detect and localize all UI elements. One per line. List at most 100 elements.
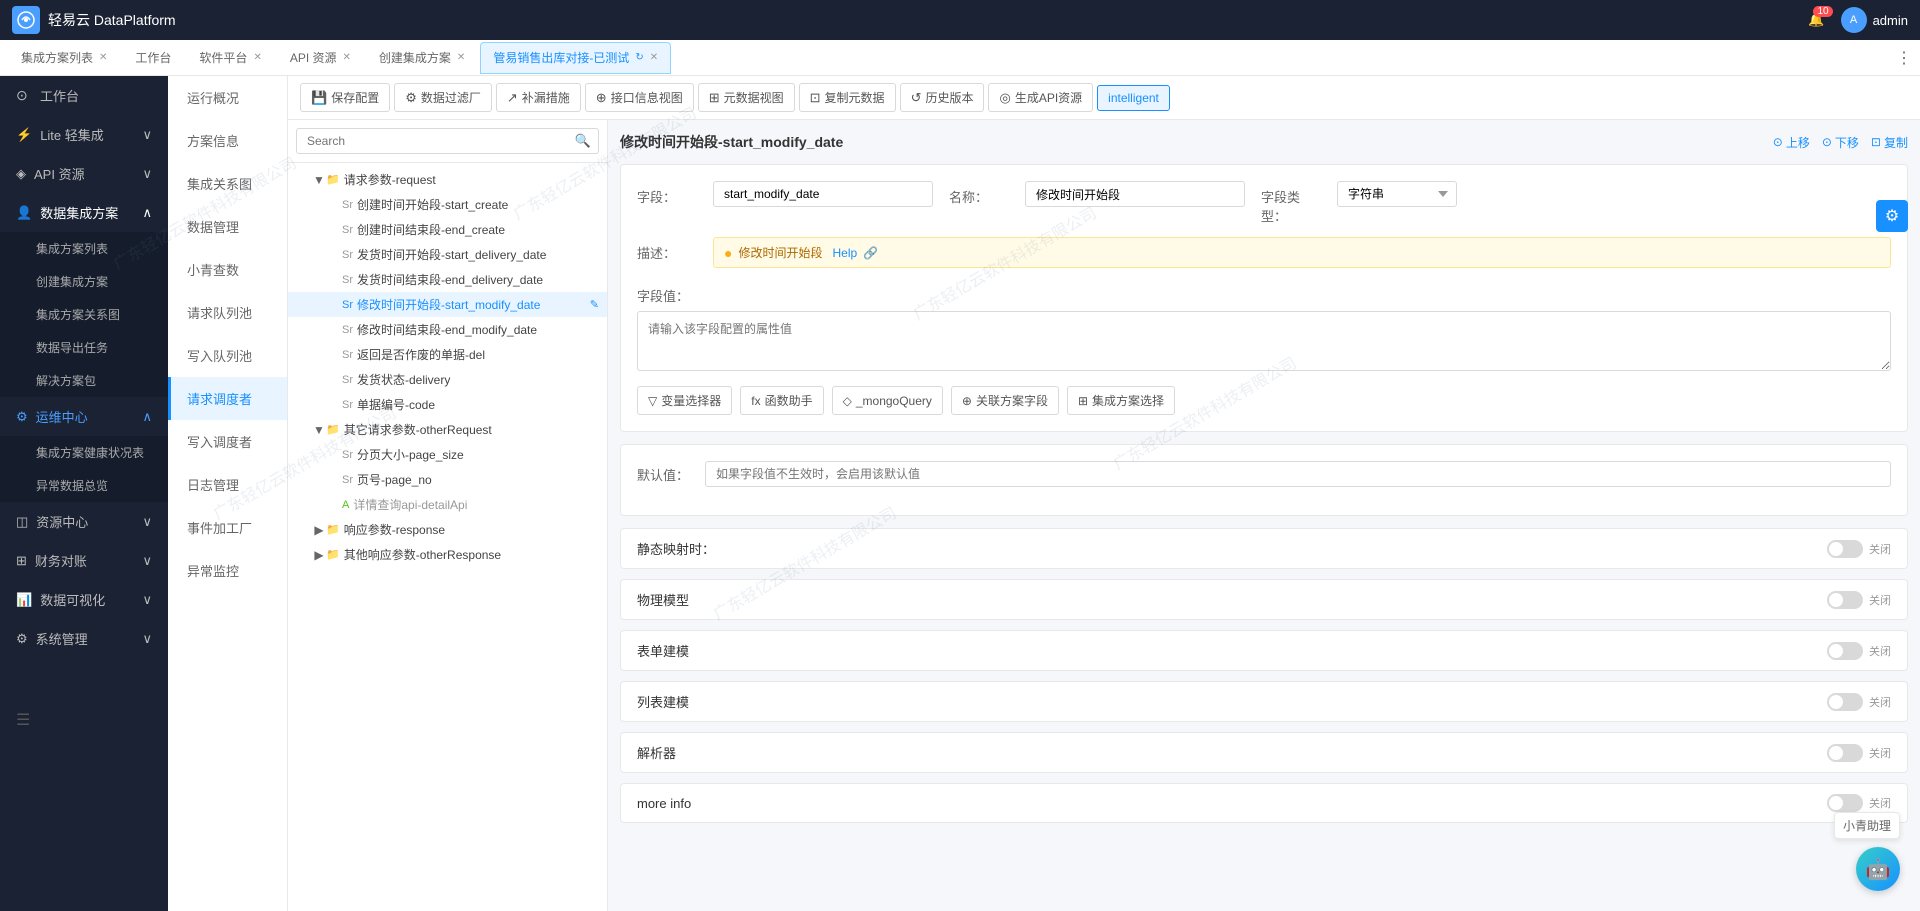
tab-workbench[interactable]: 工作台 <box>122 42 184 74</box>
intelligent-button[interactable]: intelligent <box>1097 85 1170 111</box>
tab-software[interactable]: 软件平台 ✕ <box>186 42 274 74</box>
tab-software-close[interactable]: ✕ <box>253 52 261 63</box>
sidebar-section-resources[interactable]: ◫ 资源中心 ∨ <box>0 502 168 541</box>
tab-list[interactable]: 集成方案列表 ✕ <box>8 42 120 74</box>
form-build-toggle[interactable] <box>1827 642 1863 660</box>
search-input[interactable] <box>296 128 599 154</box>
nav-overview[interactable]: 运行概况 <box>168 76 287 119</box>
data-filter-button[interactable]: ⚙ 数据过滤厂 <box>394 83 492 112</box>
nav-solution-info[interactable]: 方案信息 <box>168 119 287 162</box>
tree-toggle-other-response[interactable]: ▶ <box>312 548 326 562</box>
tree-node-page-size[interactable]: Sr 分页大小-page_size <box>288 442 607 467</box>
physical-model-toggle[interactable] <box>1827 591 1863 609</box>
sidebar-item-data-export[interactable]: 数据导出任务 <box>0 331 168 364</box>
notification-button[interactable]: 🔔 10 <box>1808 12 1824 28</box>
nav-anomaly-monitor[interactable]: 异常监控 <box>168 549 287 592</box>
generate-api-button[interactable]: ◎ 生成API资源 <box>988 83 1093 112</box>
tab-manage[interactable]: 管易销售出库对接-已测试 ↻ ✕ <box>480 42 671 74</box>
move-down-button[interactable]: ⊙ 下移 <box>1822 134 1859 151</box>
tree-toggle-response[interactable]: ▶ <box>312 523 326 537</box>
sidebar-section-sysadmin[interactable]: ⚙ 系统管理 ∨ <box>0 619 168 658</box>
tab-list-close[interactable]: ✕ <box>99 52 107 63</box>
sidebar-item-solution-list[interactable]: 集成方案列表 <box>0 232 168 265</box>
sidebar-item-solution-package[interactable]: 解决方案包 <box>0 364 168 397</box>
tree-node-code[interactable]: Sr 单据编号-code <box>288 392 607 417</box>
tree-toggle-request[interactable]: ▼ <box>312 173 326 187</box>
sidebar-item-create-solution[interactable]: 创建集成方案 <box>0 265 168 298</box>
nav-event-factory[interactable]: 事件加工厂 <box>168 506 287 549</box>
name-input[interactable] <box>1025 181 1245 207</box>
tree-node-end-create[interactable]: Sr 创建时间结束段-end_create <box>288 217 607 242</box>
sidebar-item-solution-map[interactable]: 集成方案关系图 <box>0 298 168 331</box>
nav-request-scheduler[interactable]: 请求调度者 <box>168 377 287 420</box>
nav-integration-map[interactable]: 集成关系图 <box>168 162 287 205</box>
ai-button[interactable]: 🤖 <box>1856 847 1900 891</box>
nav-write-scheduler[interactable]: 写入调度者 <box>168 420 287 463</box>
sidebar-section-ops[interactable]: ⚙ 运维中心 ∧ <box>0 397 168 436</box>
sidebar-item-anomaly[interactable]: 异常数据总览 <box>0 469 168 502</box>
admin-menu[interactable]: A admin <box>1841 7 1908 33</box>
tree-node-other-request[interactable]: ▼ 📁 其它请求参数-otherRequest <box>288 417 607 442</box>
tree-node-end-modify[interactable]: Sr 修改时间结束段-end_modify_date <box>288 317 607 342</box>
more-info-toggle[interactable] <box>1827 794 1863 812</box>
sidebar-section-datavis[interactable]: 📊 数据可视化 ∨ <box>0 580 168 619</box>
tree-node-response[interactable]: ▶ 📁 响应参数-response <box>288 517 607 542</box>
bulow-button[interactable]: ↗ 补漏措施 <box>496 83 581 112</box>
nav-data-mgmt[interactable]: 数据管理 <box>168 205 287 248</box>
parser-toggle[interactable] <box>1827 744 1863 762</box>
history-button[interactable]: ↺ 历史版本 <box>900 83 985 112</box>
interface-info-button[interactable]: ⊕ 接口信息视图 <box>585 83 694 112</box>
copy-button[interactable]: ⊡ 复制 <box>1871 134 1908 151</box>
tree-node-start-create[interactable]: Sr 创建时间开始段-start_create <box>288 192 607 217</box>
mongo-query-button[interactable]: ◇ _mongoQuery <box>832 386 943 415</box>
tree-node-start-modify[interactable]: Sr 修改时间开始段-start_modify_date ✎ <box>288 292 607 317</box>
sidebar-collapse-btn[interactable]: ☰ <box>0 698 168 742</box>
settings-button[interactable]: ⚙ <box>1876 200 1908 232</box>
field-value-input[interactable] <box>637 311 1891 371</box>
static-mapping-toggle[interactable] <box>1827 540 1863 558</box>
tree-node-start-delivery[interactable]: Sr 发货时间开始段-start_delivery_date <box>288 242 607 267</box>
default-input[interactable] <box>705 461 1891 487</box>
tab-create-close[interactable]: ✕ <box>457 52 465 63</box>
sidebar-item-health[interactable]: 集成方案健康状况表 <box>0 436 168 469</box>
save-config-button[interactable]: 💾 保存配置 <box>300 83 390 112</box>
related-field-button[interactable]: ⊕ 关联方案字段 <box>951 386 1059 415</box>
tab-manage-refresh[interactable]: ↻ <box>635 52 643 63</box>
data-icon: 👤 <box>16 205 32 221</box>
tree-node-page-no[interactable]: Sr 页号-page_no <box>288 467 607 492</box>
tree-node-other-response[interactable]: ▶ 📁 其他响应参数-otherResponse <box>288 542 607 567</box>
tree-node-del[interactable]: Sr 返回是否作废的单据-del <box>288 342 607 367</box>
tabbar-more[interactable]: ⋮ <box>1896 48 1912 68</box>
tab-api[interactable]: API 资源 ✕ <box>277 42 364 74</box>
tree-node-response-label: 响应参数-response <box>344 521 599 538</box>
list-build-toggle[interactable] <box>1827 693 1863 711</box>
history-label: 历史版本 <box>925 89 973 106</box>
solution-select-button[interactable]: ⊞ 集成方案选择 <box>1067 386 1175 415</box>
help-link-icon[interactable]: 🔗 <box>863 246 878 260</box>
help-link[interactable]: Help <box>832 246 857 260</box>
meta-data-button[interactable]: ⊞ 元数据视图 <box>698 83 795 112</box>
tree-node-end-delivery[interactable]: Sr 发货时间结束段-end_delivery_date <box>288 267 607 292</box>
sidebar-section-data[interactable]: 👤 数据集成方案 ∧ <box>0 193 168 232</box>
tree-node-delivery[interactable]: Sr 发货状态-delivery <box>288 367 607 392</box>
nav-request-queue[interactable]: 请求队列池 <box>168 291 287 334</box>
sidebar-section-api[interactable]: ◈ API 资源 ∨ <box>0 154 168 193</box>
nav-xiao-qing[interactable]: 小青查数 <box>168 248 287 291</box>
sidebar-section-lite[interactable]: ⚡ Lite 轻集成 ∨ <box>0 115 168 154</box>
move-up-button[interactable]: ⊙ 上移 <box>1773 134 1810 151</box>
tab-api-close[interactable]: ✕ <box>343 52 351 63</box>
tab-manage-close[interactable]: ✕ <box>650 52 658 63</box>
function-helper-button[interactable]: fx 函数助手 <box>740 386 823 415</box>
tree-node-request-params[interactable]: ▼ 📁 请求参数-request <box>288 167 607 192</box>
copy-data-button[interactable]: ⊡ 复制元数据 <box>799 83 896 112</box>
nav-write-queue[interactable]: 写入队列池 <box>168 334 287 377</box>
tree-node-detail-api[interactable]: A 详情查询api-detailApi <box>288 492 607 517</box>
tab-create[interactable]: 创建集成方案 ✕ <box>366 42 478 74</box>
sidebar-item-workbench[interactable]: ⊙ 工作台 <box>0 76 168 115</box>
variable-selector-button[interactable]: ▽ 变量选择器 <box>637 386 732 415</box>
tree-toggle-other[interactable]: ▼ <box>312 423 326 437</box>
field-input[interactable] <box>713 181 933 207</box>
nav-log-mgmt[interactable]: 日志管理 <box>168 463 287 506</box>
sidebar-section-finance[interactable]: ⊞ 财务对账 ∨ <box>0 541 168 580</box>
type-select[interactable]: 字符串 整数 布尔 <box>1337 181 1457 207</box>
